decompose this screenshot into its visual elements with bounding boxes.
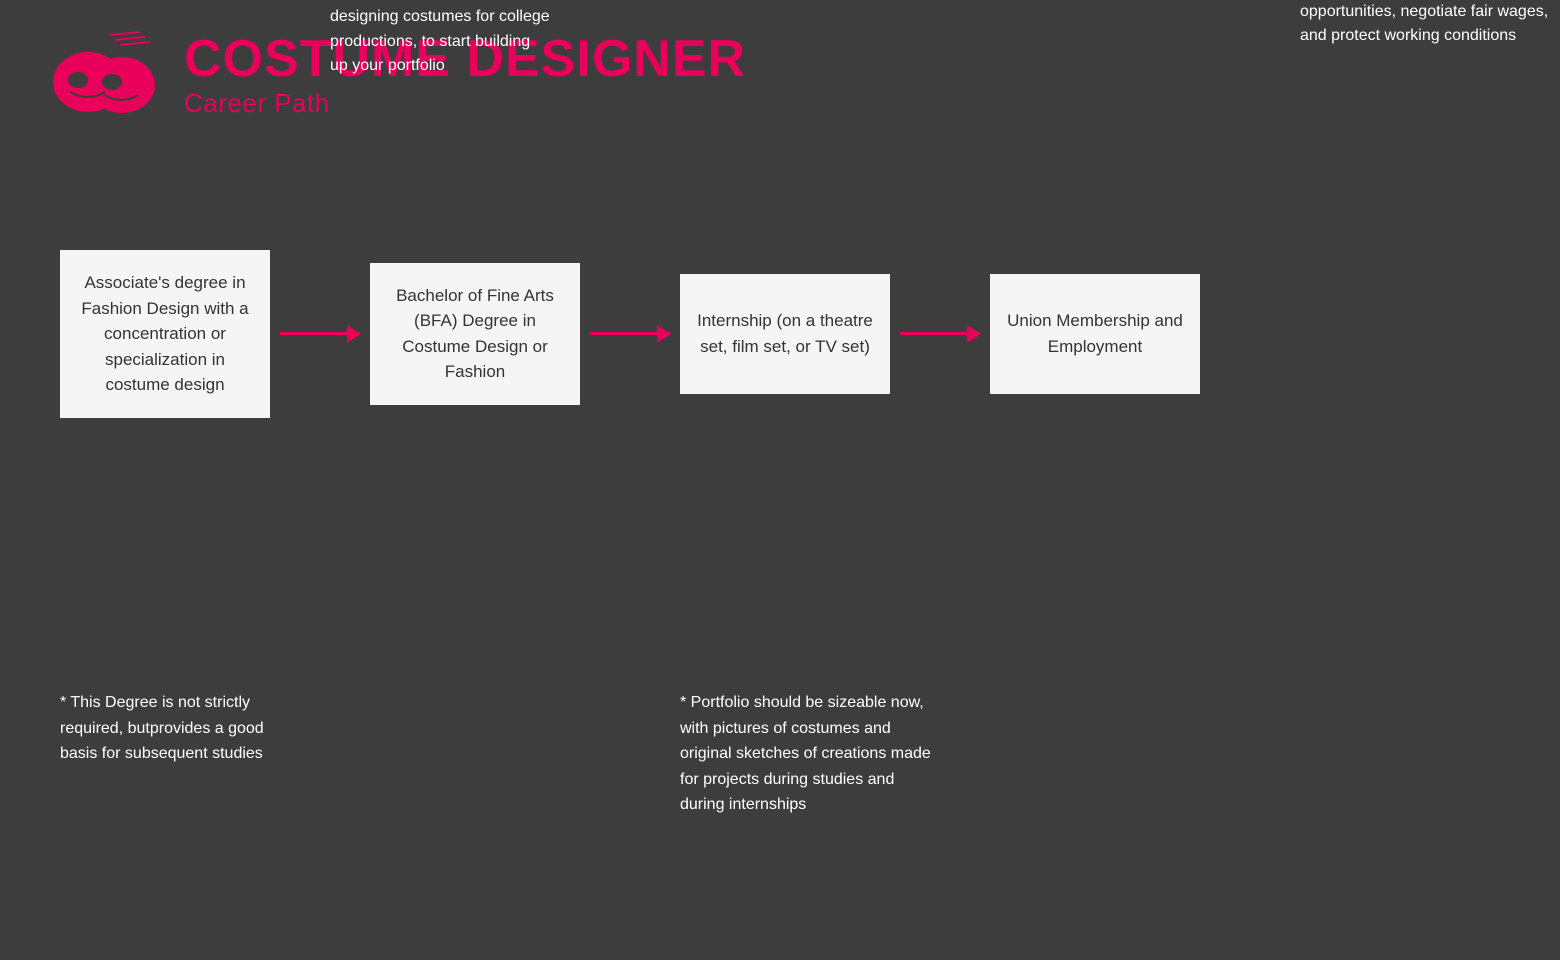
arrow-line-2 bbox=[590, 332, 670, 335]
note-portfolio-below: * Portfolio should be sizeable now, with… bbox=[680, 690, 940, 818]
union-box: Union Membership and Employment bbox=[990, 274, 1200, 394]
arrow-2 bbox=[590, 332, 670, 335]
associates-box: Associate's degree in Fashion Design wit… bbox=[60, 250, 270, 418]
bfa-box: Bachelor of Fine Arts (BFA) Degree in Co… bbox=[370, 263, 580, 405]
main-content: * Get involved with and start designing … bbox=[0, 150, 1560, 438]
note-union-above: * Unions charge a membership fee but enh… bbox=[1300, 0, 1550, 49]
note-associates-below: * This Degree is not strictly required, … bbox=[60, 690, 300, 767]
flow-diagram: Associate's degree in Fashion Design wit… bbox=[60, 250, 1500, 418]
arrow-line-3 bbox=[900, 332, 980, 335]
page-subtitle: Career Path bbox=[184, 88, 746, 119]
internship-box: Internship (on a theatre set, film set, … bbox=[680, 274, 890, 394]
note-bfa-above: * Get involved with and start designing … bbox=[330, 0, 550, 79]
arrow-3 bbox=[900, 332, 980, 335]
theater-mask-icon bbox=[50, 30, 160, 120]
arrow-1 bbox=[280, 332, 360, 335]
arrow-line-1 bbox=[280, 332, 360, 335]
